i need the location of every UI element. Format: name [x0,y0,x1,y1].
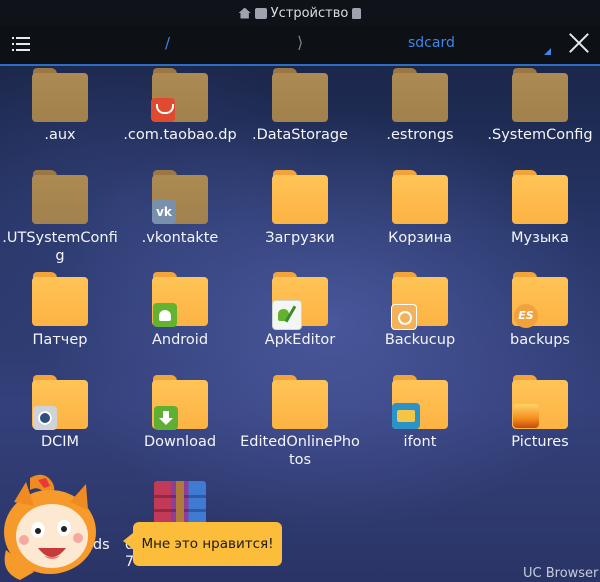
uc-browser-watermark: UC Browser [523,566,599,581]
folder-item[interactable]: backups [480,272,600,362]
folder-item[interactable]: ifont [360,375,480,465]
folder-label: .UTSystemConfi g [2,230,118,264]
folder-item[interactable]: Download [120,375,240,465]
backup-icon [391,304,417,330]
vk-icon: vk [152,200,176,224]
folder-item[interactable]: Патчер [0,272,120,362]
folder-label: backups [510,332,570,348]
folder-icon [392,170,448,224]
folder-label: Корзина [388,230,452,246]
pictures-icon [513,404,539,428]
folder-icon [272,375,328,429]
folder-label: ApkEditor [264,332,336,348]
folder-label: Pictures [511,434,569,450]
folder-item[interactable]: .estrongs [360,68,480,158]
folder-item[interactable]: Backucup [360,272,480,362]
device-icon [254,7,267,19]
folder-label: .DataStorage [252,127,348,143]
path-root-link[interactable]: / [165,34,170,52]
folder-item[interactable]: .UTSystemConfi g [0,170,120,270]
folder-item[interactable]: .aux [0,68,120,158]
folder-item[interactable]: Pictures [480,375,600,465]
folder-label: Загрузки [265,230,335,246]
folder-icon [272,170,328,224]
android-icon [153,303,177,327]
path-separator: ⟩ [297,33,304,52]
folder-label: EditedOnlinePho tos [240,434,360,468]
folder-icon [392,68,448,122]
es-icon: ES [514,304,538,328]
path-current-dir[interactable]: sdcard [408,35,455,51]
folder-icon [512,68,568,122]
folder-label: Музыка [511,230,569,246]
ifont-icon [392,403,420,429]
folder-label: .estrongs [386,127,454,143]
folder-icon [272,68,328,122]
folder-label: .SystemConfig [487,127,593,143]
folder-label: Android [151,332,209,348]
path-dropdown-indicator [544,48,551,55]
folder-label: .aux [44,127,76,143]
folder-item[interactable]: .DataStorage [240,68,360,158]
download-icon [154,406,178,430]
folder-item[interactable]: DCIM [0,375,120,465]
folder-icon [32,272,88,326]
folder-label: .vkontakte [141,230,219,246]
folder-item[interactable]: .SystemConfig [480,68,600,158]
folder-item[interactable]: EditedOnlinePho tos [240,375,360,475]
folder-item[interactable]: Музыка [480,170,600,260]
folder-item[interactable]: Корзина [360,170,480,260]
apk-editor-icon [272,300,302,330]
folder-item[interactable]: Загрузки [240,170,360,260]
folder-icon [32,170,88,224]
status-bar: Устройство [0,0,600,26]
folder-label: Download [143,434,217,450]
folder-label: .com.taobao.dp [123,127,237,143]
folder-label: Backucup [384,332,456,348]
home-icon [238,7,251,19]
taobao-icon [151,98,175,122]
folder-item[interactable]: Android [120,272,240,362]
folder-label: Патчер [32,332,88,348]
hamburger-menu-icon[interactable] [12,36,30,52]
squirrel-mascot-icon [4,474,96,580]
folder-item[interactable]: .vkontakte [120,170,240,260]
lock-icon [352,7,362,19]
close-icon[interactable] [567,31,591,55]
folder-icon [512,170,568,224]
file-manager-screen: Устройство / ⟩ sdcard .aux .com.taobao.d… [0,0,600,582]
camera-icon [33,406,57,430]
path-toolbar: / ⟩ sdcard [0,26,600,66]
folder-icon [32,68,88,122]
status-title: Устройство [270,5,349,21]
folder-label: ifont [403,434,437,450]
like-toast-button[interactable]: Мне это нравится! [123,522,282,566]
folder-item[interactable]: .com.taobao.dp [120,68,240,158]
folder-label: DCIM [40,434,80,450]
